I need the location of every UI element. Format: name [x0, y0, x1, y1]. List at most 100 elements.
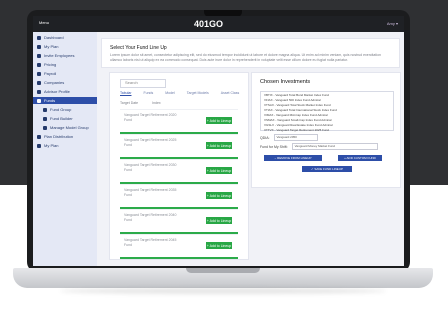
chosen-investment-item[interactable]: VFIAX - Vanguard 500 Index Fund Admiral: [264, 98, 390, 102]
fund-name: Vanguard Target Retirement 2020 Fund: [124, 113, 177, 122]
sidebar-item[interactable]: Plan Distribution: [37, 133, 97, 140]
chosen-investment-item[interactable]: VBTIX - Vanguard Total Bond Market Index…: [264, 93, 390, 97]
fund-row: Vanguard Target Retirement 2035 Fund + Ad…: [120, 184, 238, 209]
nav-icon: [37, 62, 41, 67]
sidebar-item-label: Pricing: [44, 62, 57, 67]
fund-tab[interactable]: Model: [165, 91, 175, 95]
add-to-lineup-button[interactable]: + Add to Lineup: [206, 167, 232, 174]
sidebar-item[interactable]: Funds: [33, 97, 97, 104]
chosen-investment-item[interactable]: VIMAX - Vanguard Mid-Cap Index Fund Admi…: [264, 113, 390, 117]
fund-name: Vanguard Target Retirement 2025 Fund: [124, 138, 177, 147]
add-to-lineup-button[interactable]: + Add to Lineup: [206, 192, 232, 199]
fund-row: Vanguard Target Retirement 2030 Fund + Ad…: [120, 159, 238, 184]
laptop-screen: Menu 401GO Amy ▾ Dashboard My Plan Invite …: [33, 16, 404, 266]
nav-icon: [37, 98, 41, 103]
sidebar-item[interactable]: Fund Builder: [43, 115, 97, 122]
add-to-lineup-button[interactable]: + Add to Lineup: [206, 117, 232, 124]
qdia-select[interactable]: Vanguard 2050: [273, 134, 318, 141]
sidebar-item-label: Invite Employees: [44, 53, 75, 58]
nav-icon: [43, 116, 47, 121]
sidebar-item-label: My Plan: [44, 143, 59, 148]
add-to-lineup-button[interactable]: + Add to Lineup: [206, 217, 232, 224]
menu-button[interactable]: Menu: [39, 20, 49, 25]
fund-for-shift-label: Fund for My Shift:: [260, 144, 288, 149]
nav-icon: [37, 44, 41, 49]
fund-name: Vanguard Target Retirement 2040 Fund: [124, 213, 177, 222]
nav-icon: [37, 89, 41, 94]
nav-icon: [43, 125, 47, 130]
sidebar-item-label: Dashboard: [44, 35, 64, 40]
fund-row: Vanguard Target Retirement 2025 Fund + Ad…: [120, 134, 238, 159]
fund-for-shift-row: Fund for My Shift: Vanguard Money Market…: [260, 143, 378, 150]
app-logo: 401GO: [194, 19, 224, 29]
nav-icon: [37, 53, 41, 58]
sidebar-item-label: Advisor Profile: [44, 89, 70, 94]
sidebar-item[interactable]: Pricing: [37, 61, 97, 68]
fund-tab[interactable]: Funds: [143, 91, 153, 95]
sidebar-item-label: My Plan: [44, 44, 59, 49]
chosen-investment-item[interactable]: VTIAX - Vanguard Total International Sto…: [264, 108, 390, 112]
sidebar-item-label: Funds: [44, 98, 56, 103]
nav-icon: [37, 71, 41, 76]
fund-subtab[interactable]: Index: [152, 101, 161, 105]
sidebar-item-label: Payroll: [44, 71, 57, 76]
sidebar-item[interactable]: My Plan: [37, 43, 97, 50]
fund-row: Vanguard Target Retirement 2040 Fund + Ad…: [120, 209, 238, 234]
save-fund-lineup-button[interactable]: ✓ SAVE FUND LINEUP: [302, 166, 352, 172]
top-bar: Menu 401GO Amy ▾: [33, 16, 404, 32]
nav-icon: [37, 80, 41, 85]
fund-for-shift-select[interactable]: Vanguard Money Market Fund: [291, 143, 378, 150]
fund-browser: Search Tabular Funds Model Target Models Ass…: [109, 72, 249, 260]
laptop-shadow: [60, 288, 386, 294]
main-content: Select Your Fund Line Up Lorem ipsum dol…: [101, 38, 401, 262]
fund-subtabs: Target Date Index: [120, 101, 161, 105]
search-input[interactable]: Search: [120, 79, 166, 88]
fund-tab[interactable]: Tabular: [120, 91, 131, 95]
fund-tabs: Tabular Funds Model Target Models Asset Clas…: [120, 91, 239, 95]
remove-from-lineup-button[interactable]: − REMOVE FROM LINEUP: [264, 155, 322, 161]
chosen-investment-item[interactable]: VTTVX - Vanguard Target Retirement 2025 …: [264, 128, 390, 132]
page-title: Select Your Fund Line Up: [110, 45, 167, 51]
sidebar-item[interactable]: Invite Employees: [37, 52, 97, 59]
sidebar-item-label: Manage Model Group: [50, 125, 89, 130]
sidebar: Dashboard My Plan Invite Employees Pricing P…: [33, 32, 97, 266]
fund-row: Vanguard Target Retirement 2045 Fund + Ad…: [120, 234, 238, 259]
chosen-investments-title: Chosen Investments: [260, 79, 311, 85]
fund-name: Vanguard Target Retirement 2045 Fund: [124, 238, 177, 247]
fund-tab[interactable]: Asset Class: [221, 91, 239, 95]
chosen-investments-list[interactable]: VBTIX - Vanguard Total Bond Market Index…: [260, 91, 394, 132]
nav-icon: [43, 107, 47, 112]
sidebar-item-label: Plan Distribution: [44, 134, 74, 139]
qdia-label: QDIA:: [260, 135, 270, 140]
nav-icon: [37, 134, 41, 139]
fund-subtab[interactable]: Target Date: [120, 101, 138, 105]
qdia-row: QDIA: Vanguard 2050: [260, 134, 318, 141]
sidebar-item[interactable]: Payroll: [37, 70, 97, 77]
chosen-investment-item[interactable]: VSMAX - Vanguard Small-Cap Index Fund Ad…: [264, 118, 390, 122]
fund-name: Vanguard Target Retirement 2035 Fund: [124, 188, 177, 197]
nav-icon: [37, 35, 41, 40]
sidebar-item[interactable]: Advisor Profile: [37, 88, 97, 95]
sidebar-item-label: Fund Group: [50, 107, 72, 112]
fund-name: Vanguard Target Retirement 2030 Fund: [124, 163, 177, 172]
laptop-opening-notch: [186, 268, 260, 273]
sidebar-item[interactable]: Dashboard: [37, 34, 97, 41]
user-menu[interactable]: Amy ▾: [387, 21, 398, 26]
sidebar-item[interactable]: Fund Group: [43, 106, 97, 113]
sidebar-item-label: Fund Builder: [50, 116, 73, 121]
page-description: Lorem ipsum dolor sit amet, consectetur …: [110, 53, 381, 62]
chosen-investments-card: Chosen Investments VBTIX - Vanguard Tota…: [251, 72, 401, 188]
fund-tab[interactable]: Target Models: [187, 91, 209, 95]
add-custom-fund-button[interactable]: + ADD CUSTOM FUND: [338, 155, 382, 161]
intro-card: Select Your Fund Line Up Lorem ipsum dol…: [101, 38, 400, 68]
chosen-investment-item[interactable]: VTSAX - Vanguard Total Stock Market Inde…: [264, 103, 390, 107]
add-to-lineup-button[interactable]: + Add to Lineup: [206, 242, 232, 249]
sidebar-item[interactable]: Manage Model Group: [43, 124, 97, 131]
sidebar-item-label: Companies: [44, 80, 65, 85]
sidebar-item[interactable]: My Plan: [37, 142, 97, 149]
add-to-lineup-button[interactable]: + Add to Lineup: [206, 142, 232, 149]
chosen-investment-item[interactable]: VGSLX - Vanguard Real Estate Index Fund …: [264, 123, 390, 127]
sidebar-item[interactable]: Companies: [37, 79, 97, 86]
nav-icon: [37, 143, 41, 148]
fund-row: Vanguard Target Retirement 2020 Fund + Ad…: [120, 109, 238, 134]
